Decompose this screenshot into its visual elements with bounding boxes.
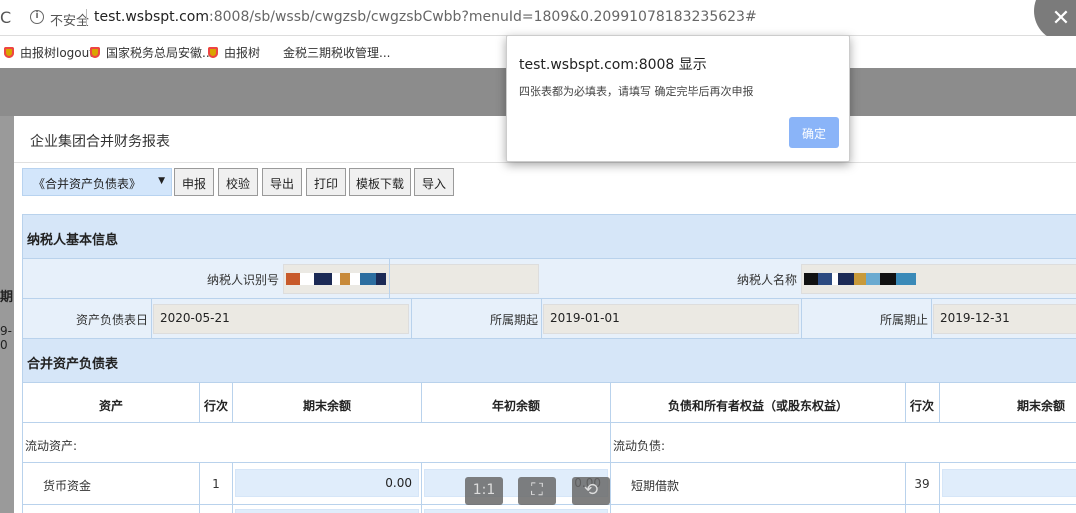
cell-divider (541, 299, 542, 338)
url-host: test.wsbspt.com (94, 9, 209, 25)
taxpayer-row: 纳税人识别号 纳税人名称 (23, 259, 1076, 299)
taxpayer-id-label: 纳税人识别号 (206, 273, 279, 287)
title-divider (14, 162, 1076, 163)
declare-button[interactable]: 申报 (174, 168, 214, 196)
screen: C i 不安全 test.wsbspt.com:8008/sb/wssb/cwg… (0, 0, 1076, 513)
cell-divider (610, 463, 611, 504)
url-text[interactable]: test.wsbspt.com:8008/sb/wssb/cwgzsb/cwgz… (94, 9, 757, 25)
cell-divider (411, 299, 412, 338)
table-header: 资产 行次 期末余额 年初余额 负债和所有者权益（或股东权益） 行次 期末余额 (23, 383, 1076, 423)
section-balance-sheet: 合并资产负债表 (23, 339, 1076, 383)
period-row: 资产负债表日 2020-05-21 所属期起 2019-01-01 所属期止 2… (23, 299, 1076, 339)
alert-dialog: test.wsbspt.com:8008 显示 四张表都为必填表，请填写 确定完… (506, 35, 850, 162)
balance-date-field[interactable]: 2020-05-21 (153, 304, 409, 334)
validate-button[interactable]: 校验 (218, 168, 258, 196)
background-fragment: 期 (0, 290, 14, 305)
info-icon[interactable]: i (30, 10, 44, 24)
report-window: 企业集团合并财务报表 《合并资产负债表》 ▼ 申报 校验 导出 打印 模板下载 … (14, 116, 1076, 513)
header-end-balance: 期末余额 (302, 399, 351, 413)
section-basic-info: 纳税人基本信息 (23, 215, 1076, 259)
bookmark-item[interactable]: 由报树logout (4, 44, 94, 61)
dialog-title: test.wsbspt.com:8008 显示 (519, 57, 707, 73)
cell-divider (939, 505, 940, 513)
end-balance-input[interactable]: 0.00 (235, 469, 419, 497)
cell-divider (801, 299, 802, 338)
cell-divider (931, 299, 932, 338)
caret-down-icon: ▼ (158, 176, 165, 186)
ok-button[interactable]: 确定 (789, 117, 839, 148)
asset-line: 1 (212, 477, 220, 491)
dialog-message: 四张表都为必填表，请填写 确定完毕后再次申报 (519, 85, 754, 98)
current-assets-label: 流动资产: (25, 439, 78, 453)
cell-divider (151, 299, 152, 338)
rotate-icon[interactable]: ⟲ (572, 477, 610, 505)
liability-end-balance-input[interactable] (942, 469, 1076, 497)
header-end-balance: 期末余额 (1016, 399, 1065, 413)
taxpayer-id-field (283, 264, 539, 294)
table-row (23, 505, 1076, 513)
address-bar: C i 不安全 test.wsbspt.com:8008/sb/wssb/cwg… (0, 0, 1076, 42)
background-fragment: 9-0 (0, 324, 12, 352)
actual-size-button[interactable]: 1:1 (465, 477, 503, 505)
cell-divider (232, 505, 233, 513)
next-row-input[interactable] (424, 509, 608, 513)
period-end-label: 所属期止 (879, 313, 928, 327)
redacted-text (286, 273, 386, 285)
table-row: 流动资产: 流动负债: (23, 423, 1076, 463)
cell-divider (939, 463, 940, 504)
export-button[interactable]: 导出 (262, 168, 302, 196)
header-liabilities: 负债和所有者权益（或股东权益） (667, 399, 848, 413)
import-button[interactable]: 导入 (414, 168, 454, 196)
bookmark-item[interactable]: 由报树 (208, 44, 260, 61)
taxpayer-name-field (801, 264, 1076, 294)
insecure-label: 不安全 (50, 14, 90, 29)
cell-divider (610, 423, 611, 462)
template-download-button[interactable]: 模板下载 (349, 168, 411, 196)
cell-divider (421, 505, 422, 513)
bookmark-item[interactable]: 金税三期税收管理... (283, 44, 390, 61)
bookmark-item[interactable]: 国家税务总局安徽... (90, 44, 213, 61)
header-line: 行次 (909, 399, 934, 413)
redacted-text (804, 273, 916, 285)
next-row-input[interactable] (235, 509, 419, 513)
reload-icon[interactable]: C (0, 8, 11, 27)
cell-divider (610, 505, 611, 513)
period-start-field[interactable]: 2019-01-01 (543, 304, 799, 334)
liability-line: 39 (914, 477, 930, 491)
period-start-label: 所属期起 (489, 313, 538, 327)
cell-divider (905, 505, 906, 513)
header-assets: 资产 (98, 399, 123, 413)
cell-divider (389, 259, 390, 298)
report-form: 纳税人基本信息 纳税人识别号 纳税人名称 资产负债表日 2020-05-21 所… (22, 214, 1076, 513)
bookmark-icon (4, 47, 14, 58)
report-select[interactable]: 《合并资产负债表》 ▼ (22, 168, 172, 196)
asset-name: 货币资金 (43, 479, 92, 493)
balance-date-label: 资产负债表日 (75, 313, 148, 327)
window-title: 企业集团合并财务报表 (30, 134, 170, 150)
print-button[interactable]: 打印 (306, 168, 346, 196)
address-divider (86, 9, 87, 26)
liability-name: 短期借款 (631, 479, 680, 493)
background-page: 期 9-0 (0, 116, 14, 513)
bookmark-icon (90, 47, 100, 58)
bookmark-icon (208, 47, 218, 58)
header-line: 行次 (203, 399, 228, 413)
cell-divider (421, 463, 422, 504)
fit-screen-icon[interactable]: ⛶ (518, 477, 556, 505)
url-path: :8008/sb/wssb/cwgzsb/cwgzsbCwbb?menuId=1… (209, 9, 757, 25)
cell-divider (199, 505, 200, 513)
taxpayer-name-label: 纳税人名称 (736, 273, 797, 287)
header-begin-balance: 年初余额 (491, 399, 540, 413)
cell-divider (232, 463, 233, 504)
period-end-field[interactable]: 2019-12-31 (933, 304, 1076, 334)
current-liabilities-label: 流动负债: (613, 439, 666, 453)
